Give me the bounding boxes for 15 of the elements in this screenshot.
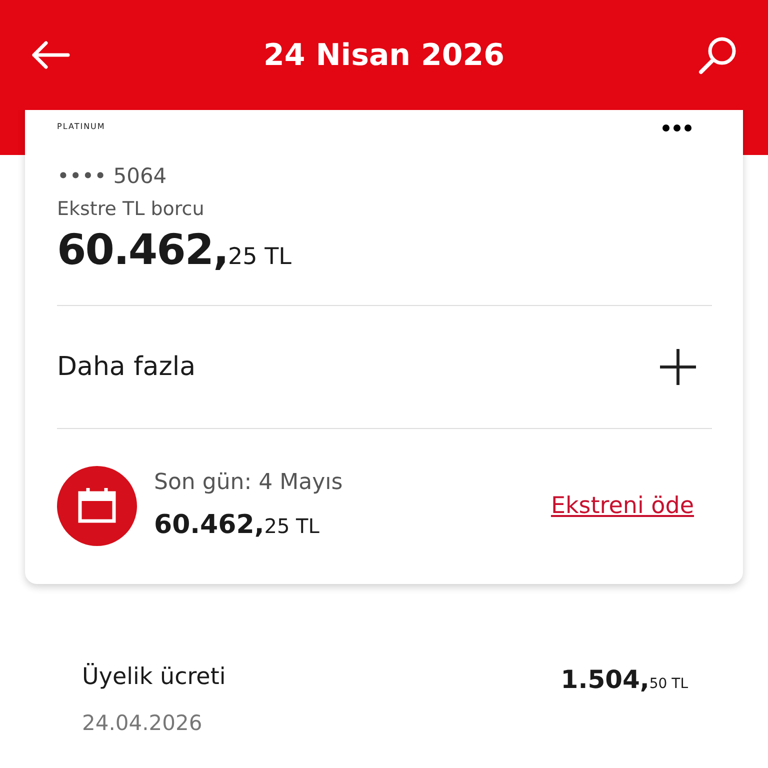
transaction-date: 24.04.2026 xyxy=(82,710,204,735)
page-title: 24 Nisan 2026 xyxy=(264,38,504,72)
pay-statement-link[interactable]: Ekstreni öde xyxy=(550,493,694,519)
more-toggle[interactable]: Daha fazla xyxy=(57,306,712,428)
card-number: •••• 5064 xyxy=(57,164,168,188)
calendar-icon xyxy=(57,466,137,546)
due-amount: 60.462,25 TL xyxy=(154,509,320,542)
debt-label: Ekstre TL borcu xyxy=(57,198,206,220)
transaction-amount: 1.504,50 TL xyxy=(560,664,688,695)
transaction-title: Üyelik ücreti xyxy=(82,664,227,692)
more-options-icon[interactable] xyxy=(662,124,692,132)
plus-icon xyxy=(658,346,698,386)
tier-label: PLATINUM xyxy=(57,122,106,131)
debt-amount: 60.462,25 TL xyxy=(57,224,292,276)
due-date: Son gün: 4 Mayıs xyxy=(154,470,344,496)
